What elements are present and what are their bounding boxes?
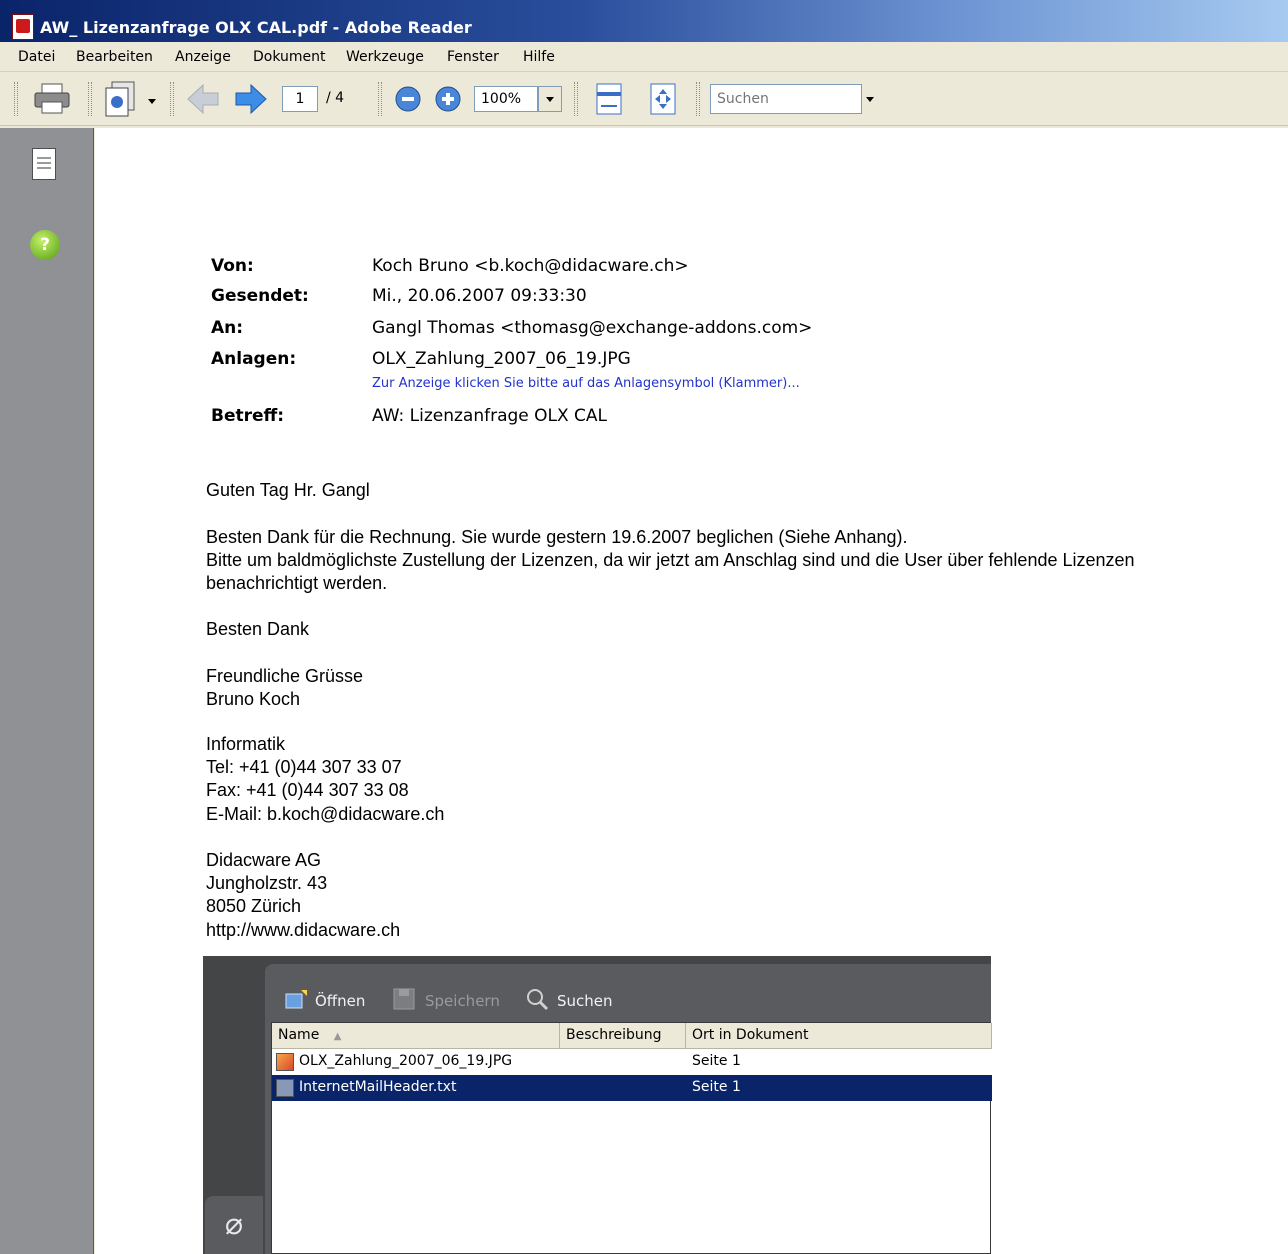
header-label-attachments: Anlagen: xyxy=(211,349,297,369)
toolbar-separator xyxy=(170,82,174,116)
header-label-to: An: xyxy=(211,318,244,338)
save-attachment-button[interactable]: Speichern xyxy=(425,992,500,1010)
adobe-reader-window: AW_ Lizenzanfrage OLX CAL.pdf - Adobe Re… xyxy=(0,0,1288,1254)
document-page: Von: Koch Bruno <b.koch@didacware.ch> Ge… xyxy=(95,128,1288,1254)
search-dropdown-arrow[interactable] xyxy=(866,97,874,102)
column-header-description[interactable]: Beschreibung xyxy=(560,1023,686,1049)
open-attachment-icon[interactable] xyxy=(283,988,309,1012)
column-header-name-label: Name xyxy=(278,1027,320,1043)
menu-werkzeuge[interactable]: Werkzeuge xyxy=(346,49,424,65)
fit-page-icon[interactable] xyxy=(648,82,678,116)
search-attachments-icon[interactable] xyxy=(523,986,551,1012)
column-header-location[interactable]: Ort in Dokument xyxy=(686,1023,992,1049)
attachments-pane: Öffnen Speichern Suchen Name ▲ Beschreib… xyxy=(265,964,992,1254)
pages-icon[interactable] xyxy=(102,80,142,118)
body-closing: Freundliche Grüsse xyxy=(206,666,364,686)
zoom-in-icon[interactable] xyxy=(434,85,462,113)
toolbar-separator xyxy=(696,82,700,116)
signature-email: E-Mail: b.koch@didacware.ch xyxy=(206,804,445,824)
attachment-location: Seite 1 xyxy=(692,1079,741,1095)
table-row[interactable]: InternetMailHeader.txt Seite 1 xyxy=(272,1075,992,1101)
fit-width-icon[interactable] xyxy=(594,82,624,116)
help-icon[interactable]: ? xyxy=(30,230,60,260)
signature-website: http://www.didacware.ch xyxy=(206,920,401,940)
image-file-icon xyxy=(276,1053,294,1071)
pages-panel-icon[interactable] xyxy=(32,148,56,180)
zoom-out-icon[interactable] xyxy=(394,85,422,113)
search-attachments-button[interactable]: Suchen xyxy=(557,992,613,1010)
body-line: benachrichtigt werden. xyxy=(206,573,388,593)
arrow-left-icon[interactable] xyxy=(186,82,220,116)
toolbar-separator xyxy=(88,82,92,116)
signature-company: Didacware AG xyxy=(206,850,322,870)
paperclip-icon[interactable]: ⌀ xyxy=(205,1196,263,1254)
menu-anzeige[interactable]: Anzeige xyxy=(175,49,231,65)
page-total-label: / 4 xyxy=(326,90,345,106)
body-greeting: Guten Tag Hr. Gangl xyxy=(206,480,370,500)
toolbar-separator xyxy=(574,82,578,116)
chevron-down-icon xyxy=(546,97,554,102)
toolbar-separator xyxy=(378,82,382,116)
pages-dropdown-arrow[interactable] xyxy=(148,99,156,104)
window-title: AW_ Lizenzanfrage OLX CAL.pdf - Adobe Re… xyxy=(40,18,472,37)
open-attachment-button[interactable]: Öffnen xyxy=(315,992,365,1010)
header-value-sent: Mi., 20.06.2007 09:33:30 xyxy=(372,286,587,306)
attachments-list: Name ▲ Beschreibung Ort in Dokument OLX_… xyxy=(271,1022,992,1254)
menu-datei[interactable]: Datei xyxy=(18,49,55,65)
table-row[interactable]: OLX_Zahlung_2007_06_19.JPG Seite 1 xyxy=(272,1049,992,1075)
save-attachment-icon[interactable] xyxy=(391,986,417,1012)
pdf-app-icon xyxy=(12,14,34,40)
attachment-name: InternetMailHeader.txt xyxy=(299,1079,457,1095)
signature-city: 8050 Zürich xyxy=(206,896,302,916)
menu-hilfe[interactable]: Hilfe xyxy=(523,49,555,65)
menu-bearbeiten[interactable]: Bearbeiten xyxy=(76,49,153,65)
toolbar: 1 / 4 100% xyxy=(0,72,1288,126)
signature-phone: Tel: +41 (0)44 307 33 07 xyxy=(206,757,402,777)
body-thanks: Besten Dank xyxy=(206,619,310,639)
header-value-subject: AW: Lizenzanfrage OLX CAL xyxy=(372,406,608,426)
title-bar: AW_ Lizenzanfrage OLX CAL.pdf - Adobe Re… xyxy=(0,0,1288,42)
header-value-attachments: OLX_Zahlung_2007_06_19.JPG xyxy=(372,349,631,369)
menu-fenster[interactable]: Fenster xyxy=(447,49,499,65)
toolbar-grip[interactable] xyxy=(14,82,18,116)
navigation-panel xyxy=(0,128,94,1254)
sort-ascending-icon: ▲ xyxy=(333,1031,342,1042)
signature-fax: Fax: +41 (0)44 307 33 08 xyxy=(206,780,409,800)
header-value-from: Koch Bruno <b.koch@didacware.ch> xyxy=(372,256,689,276)
attachment-location: Seite 1 xyxy=(692,1053,741,1069)
menu-bar: Datei Bearbeiten Anzeige Dokument Werkze… xyxy=(0,42,1288,72)
menu-dokument[interactable]: Dokument xyxy=(253,49,326,65)
attachment-name: OLX_Zahlung_2007_06_19.JPG xyxy=(299,1053,513,1069)
attachment-hint-link[interactable]: Zur Anzeige klicken Sie bitte auf das An… xyxy=(372,376,800,391)
signature-name: Bruno Koch xyxy=(206,689,301,709)
column-header-name[interactable]: Name ▲ xyxy=(272,1023,560,1049)
print-icon[interactable] xyxy=(32,82,72,116)
signature-department: Informatik xyxy=(206,734,286,754)
header-label-from: Von: xyxy=(211,256,254,276)
text-file-icon xyxy=(276,1079,294,1097)
header-value-to: Gangl Thomas <thomasg@exchange-addons.co… xyxy=(372,318,813,338)
zoom-level-input[interactable]: 100% xyxy=(474,86,538,112)
header-label-sent: Gesendet: xyxy=(211,286,309,306)
zoom-dropdown-button[interactable] xyxy=(538,86,562,112)
header-label-subject: Betreff: xyxy=(211,406,285,426)
body-line: Bitte um baldmöglichste Zustellung der L… xyxy=(206,550,1135,570)
body-line: Besten Dank für die Rechnung. Sie wurde … xyxy=(206,527,908,547)
search-input[interactable] xyxy=(710,84,862,114)
signature-street: Jungholzstr. 43 xyxy=(206,873,328,893)
arrow-right-icon[interactable] xyxy=(234,82,268,116)
attachments-panel: Öffnen Speichern Suchen Name ▲ Beschreib… xyxy=(203,956,992,1254)
page-number-input[interactable]: 1 xyxy=(282,86,318,112)
